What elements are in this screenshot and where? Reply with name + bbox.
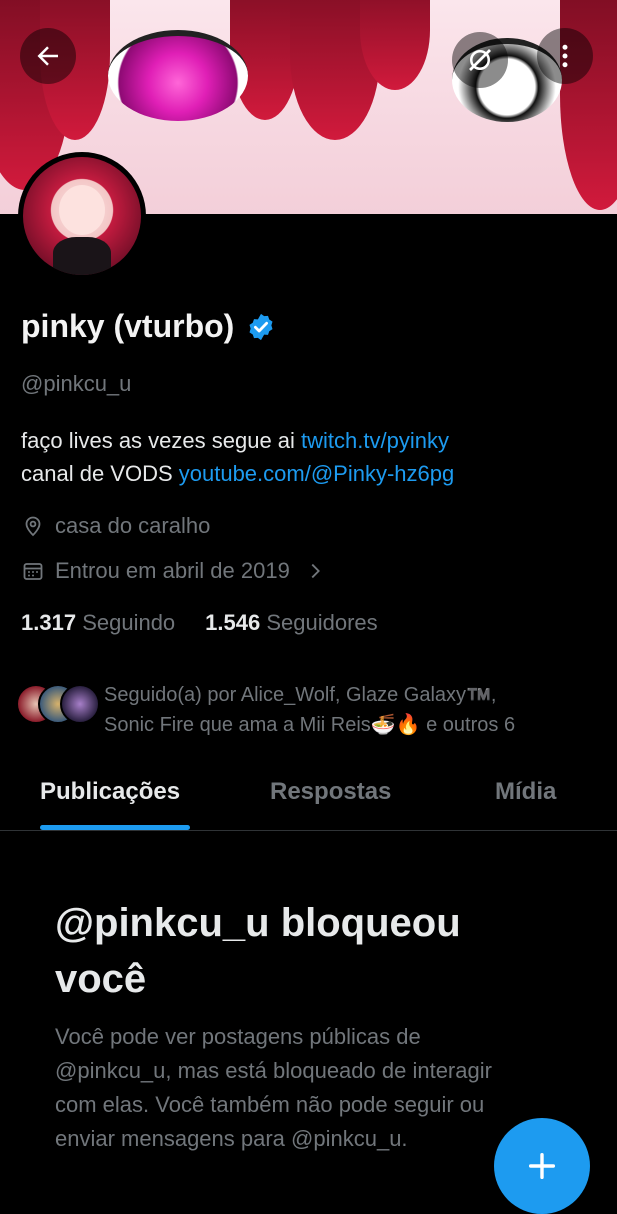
- unfollow-button[interactable]: [452, 32, 508, 88]
- tab-publicacoes[interactable]: Publicações: [40, 778, 180, 806]
- profile-handle: @pinkcu_u: [21, 371, 132, 396]
- avatar-image: [23, 157, 141, 275]
- followers-count: 1.546: [205, 610, 261, 635]
- chevron-right-icon: [311, 563, 320, 579]
- followed-by-avatars[interactable]: [16, 684, 106, 728]
- followed-by-line-1: Seguido(a) por Alice_Wolf, Glaze Galaxy™…: [104, 684, 497, 706]
- active-tab-indicator: [40, 825, 190, 830]
- profile-bio: faço lives as vezes segue ai twitch.tv/p…: [21, 424, 454, 490]
- following-count: 1.317: [21, 610, 77, 635]
- profile-avatar[interactable]: [18, 152, 146, 280]
- location-pin-icon: [25, 516, 41, 537]
- followed-by-text[interactable]: Seguido(a) por Alice_Wolf, Glaze Galaxy™…: [104, 680, 515, 740]
- display-name-text: pinky (vturbo): [21, 308, 235, 344]
- blocked-message: Você pode ver postagens públicas de @pin…: [55, 1024, 492, 1151]
- profile-location: casa do caralho: [21, 513, 210, 539]
- joined-text: Entrou em abril de 2019: [55, 558, 290, 583]
- profile-joined[interactable]: Entrou em abril de 2019: [21, 558, 326, 584]
- bio-text-2: canal de VODS: [21, 461, 179, 486]
- bio-text-1: faço lives as vezes segue ai: [21, 428, 302, 453]
- display-name: pinky (vturbo): [21, 308, 276, 345]
- follower-avatar: [60, 684, 100, 724]
- profile-stats: 1.317 Seguindo 1.546 Seguidores: [21, 610, 378, 636]
- followers-stat[interactable]: 1.546 Seguidores: [205, 610, 378, 636]
- twitch-link[interactable]: twitch.tv/pyinky: [301, 428, 449, 453]
- profile-tabs: Publicações Respostas Mídia: [0, 760, 617, 831]
- plus-icon: [528, 1152, 556, 1180]
- more-options-button[interactable]: [537, 28, 593, 84]
- blocked-title: @pinkcu_u bloqueou você: [55, 901, 461, 1001]
- followers-label: Seguidores: [266, 610, 378, 635]
- tab-respostas[interactable]: Respostas: [270, 778, 391, 806]
- tab-midia[interactable]: Mídia: [495, 778, 556, 806]
- followed-by-line-2: Sonic Fire que ama a Mii Reis🍜🔥 e outros…: [104, 714, 516, 736]
- back-button[interactable]: [20, 28, 76, 84]
- youtube-link[interactable]: youtube.com/@Pinky-hz6pg: [179, 461, 454, 486]
- calendar-icon: [23, 563, 43, 580]
- verified-badge-icon[interactable]: [246, 312, 276, 342]
- slashed-circle-icon: [469, 49, 491, 71]
- arrow-left-icon: [37, 46, 58, 66]
- vertical-dots-icon: [562, 44, 568, 68]
- following-label: Seguindo: [82, 610, 176, 635]
- following-stat[interactable]: 1.317 Seguindo: [21, 610, 175, 636]
- location-text: casa do caralho: [55, 513, 211, 538]
